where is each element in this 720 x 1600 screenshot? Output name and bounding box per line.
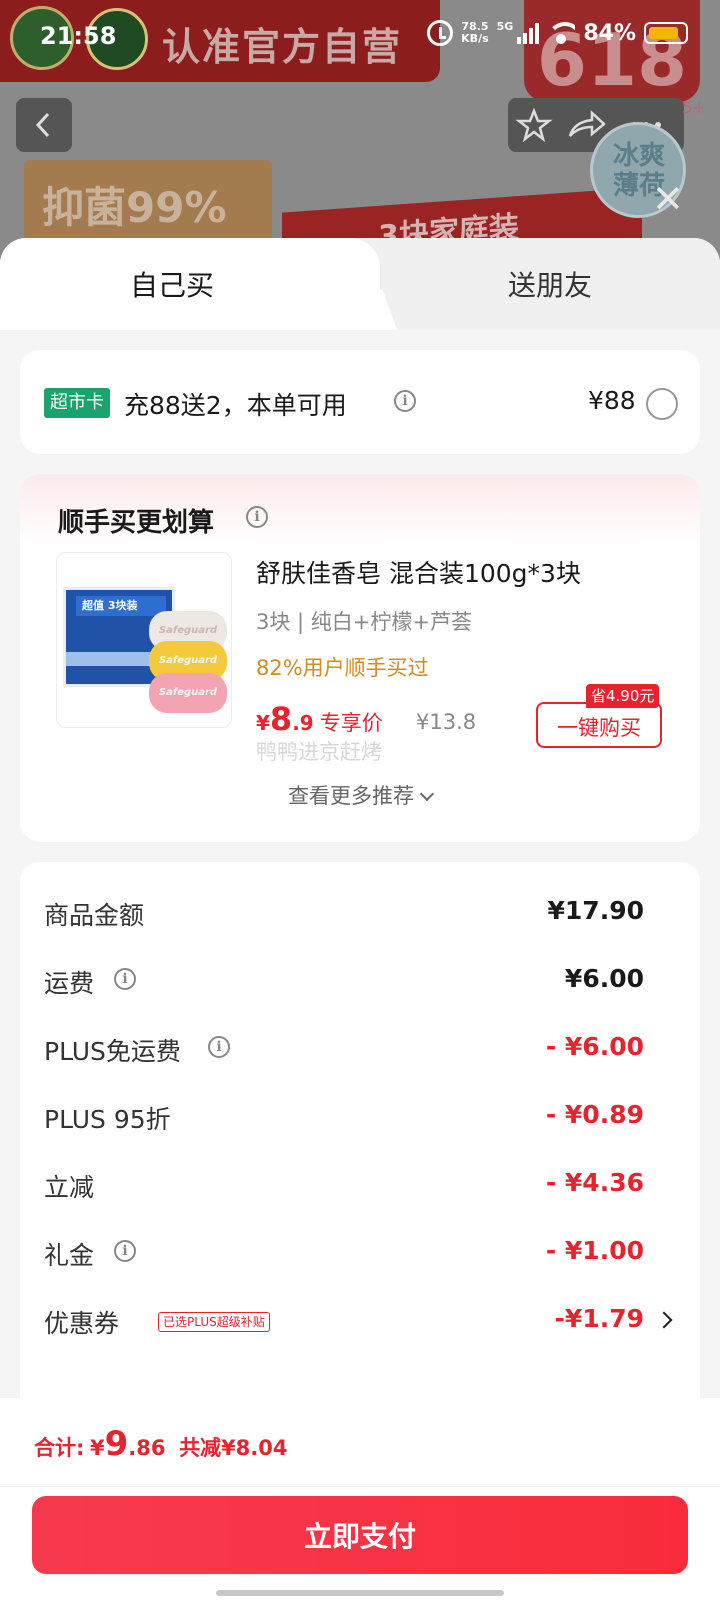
summary-value: - ¥0.89 [545, 1100, 644, 1129]
summary-label: 礼金 [44, 1241, 95, 1270]
info-icon[interactable]: i [208, 1036, 230, 1058]
order-total: 合计: ¥9.86 共减¥8.04 [34, 1424, 288, 1464]
battery-icon [644, 22, 688, 44]
summary-value: - ¥4.36 [545, 1168, 644, 1197]
purchase-tabs: 自己买 送朋友 [0, 238, 720, 330]
close-icon[interactable]: ✕ [652, 180, 684, 218]
wifi-icon [547, 22, 576, 44]
product-social-proof: 82%用户顺手买过 [256, 656, 429, 680]
price-summary-card: 商品金额 ¥17.90 运费 i ¥6.00 PLUS免运费 i - ¥6.00… [20, 862, 700, 1442]
total-integer: 9 [104, 1424, 129, 1464]
product-image[interactable]: 超值 3块装 Safeguard Safeguard Safeguard [56, 552, 232, 728]
total-saved: 共减¥8.04 [179, 1436, 288, 1460]
addon-title: 顺手买更划算 [58, 508, 215, 538]
summary-row-plus-freeship: PLUS免运费 i - ¥6.00 [20, 1014, 700, 1082]
total-decimal: .86 [128, 1436, 166, 1460]
summary-row-shipping: 运费 i ¥6.00 [20, 946, 700, 1014]
supermarket-card-badge: 超市卡 [44, 388, 110, 418]
more-recommendations-link[interactable]: 查看更多推荐 [20, 780, 700, 810]
product-spec: 3块 | 纯白+柠檬+芦荟 [256, 610, 472, 634]
supermarket-card-row[interactable]: 超市卡 充88送2，本单可用 i ¥88 [20, 350, 700, 454]
battery-percent: 84% [583, 20, 636, 46]
home-indicator[interactable] [216, 1590, 504, 1596]
signal-icon [517, 22, 540, 44]
soap-pink: Safeguard [149, 673, 227, 713]
info-icon[interactable]: i [246, 506, 268, 528]
tabs-underlay [0, 330, 720, 350]
alarm-icon [427, 20, 454, 46]
more-recommendations-label: 查看更多推荐 [288, 784, 414, 808]
summary-value: -¥1.79 [554, 1304, 644, 1333]
summary-row-coupon[interactable]: 优惠券 已选PLUS超级补贴 -¥1.79 [20, 1286, 700, 1354]
summary-value: - ¥6.00 [545, 1032, 644, 1061]
summary-row-goods: 商品金额 ¥17.90 [20, 878, 700, 946]
status-right: 78.5 KB/s 5G 84% [427, 20, 688, 46]
info-icon[interactable]: i [394, 390, 416, 412]
info-icon[interactable]: i [114, 1240, 136, 1262]
soap-box-label: 超值 3块装 [76, 596, 166, 616]
supermarket-card-price: ¥88 [588, 386, 636, 415]
footer-divider [0, 1486, 720, 1487]
watermark-text: 鸭鸭进京赶烤 [256, 740, 382, 764]
status-bar: 21:58 78.5 KB/s 5G 84% [0, 0, 720, 72]
total-label: 合计: [34, 1436, 85, 1460]
network-type: 5G [496, 20, 514, 33]
back-arrow-icon [35, 112, 50, 138]
summary-value: ¥17.90 [547, 896, 644, 925]
net-speed: 78.5 KB/s [461, 21, 488, 45]
chevron-down-icon [419, 786, 435, 802]
summary-value: - ¥1.00 [545, 1236, 644, 1265]
summary-row-plus-discount: PLUS 95折 - ¥0.89 [20, 1082, 700, 1150]
summary-label: 优惠券 [44, 1309, 120, 1338]
net-speed-unit: KB/s [461, 32, 489, 45]
price-decimal: .9 [292, 711, 314, 735]
product-name[interactable]: 舒肤佳香皂 混合装100g*3块 [256, 554, 581, 590]
price-integer: 8 [269, 700, 293, 738]
summary-label: 运费 [44, 969, 95, 998]
price-tag: 专享价 [319, 711, 383, 735]
summary-row-instant-off: 立减 - ¥4.36 [20, 1150, 700, 1218]
tab-self-label[interactable]: 自己买 [130, 264, 214, 304]
addon-recommend-card: 顺手买更划算 i 超值 3块装 Safeguard Safeguard Safe… [20, 474, 700, 842]
one-click-buy-label: 一键购买 [557, 716, 641, 740]
total-yen: ¥ [89, 1436, 105, 1460]
savings-badge: 省4.90元 [586, 684, 660, 708]
favorite-star-icon [515, 107, 553, 143]
summary-value: ¥6.00 [564, 964, 644, 993]
status-time: 21:58 [40, 22, 117, 50]
supermarket-card-radio[interactable] [646, 388, 678, 420]
summary-label: 商品金额 [44, 901, 145, 930]
summary-label: PLUS 95折 [44, 1105, 171, 1134]
back-button[interactable] [16, 98, 72, 152]
one-click-buy-button[interactable]: 一键购买 [536, 702, 662, 748]
product-price: ¥8.9 专享价 [256, 700, 383, 738]
price-yen: ¥ [256, 711, 270, 735]
summary-label: 立减 [44, 1173, 95, 1202]
original-price: ¥13.8 [416, 710, 477, 734]
share-icon [568, 110, 606, 137]
summary-row-gift-money: 礼金 i - ¥1.00 [20, 1218, 700, 1286]
checkout-footer: 合计: ¥9.86 共减¥8.04 立即支付 [0, 1398, 720, 1600]
pay-now-button[interactable]: 立即支付 [32, 1496, 688, 1574]
checkout-sheet: 自己买 送朋友 超市卡 充88送2，本单可用 i ¥88 顺手买更划算 i 超值… [0, 238, 720, 1600]
chevron-right-icon [655, 1311, 673, 1329]
cart-count-badge: 5+ [682, 98, 706, 117]
tab-friend[interactable]: 送朋友 [508, 264, 592, 304]
coupon-tag: 已选PLUS超级补贴 [158, 1312, 270, 1332]
battery-fill [649, 27, 678, 39]
supermarket-card-text: 充88送2，本单可用 [124, 391, 347, 420]
info-icon[interactable]: i [114, 968, 136, 990]
promo-left-text: 抑菌99% [42, 183, 227, 232]
summary-label: PLUS免运费 [44, 1037, 181, 1066]
